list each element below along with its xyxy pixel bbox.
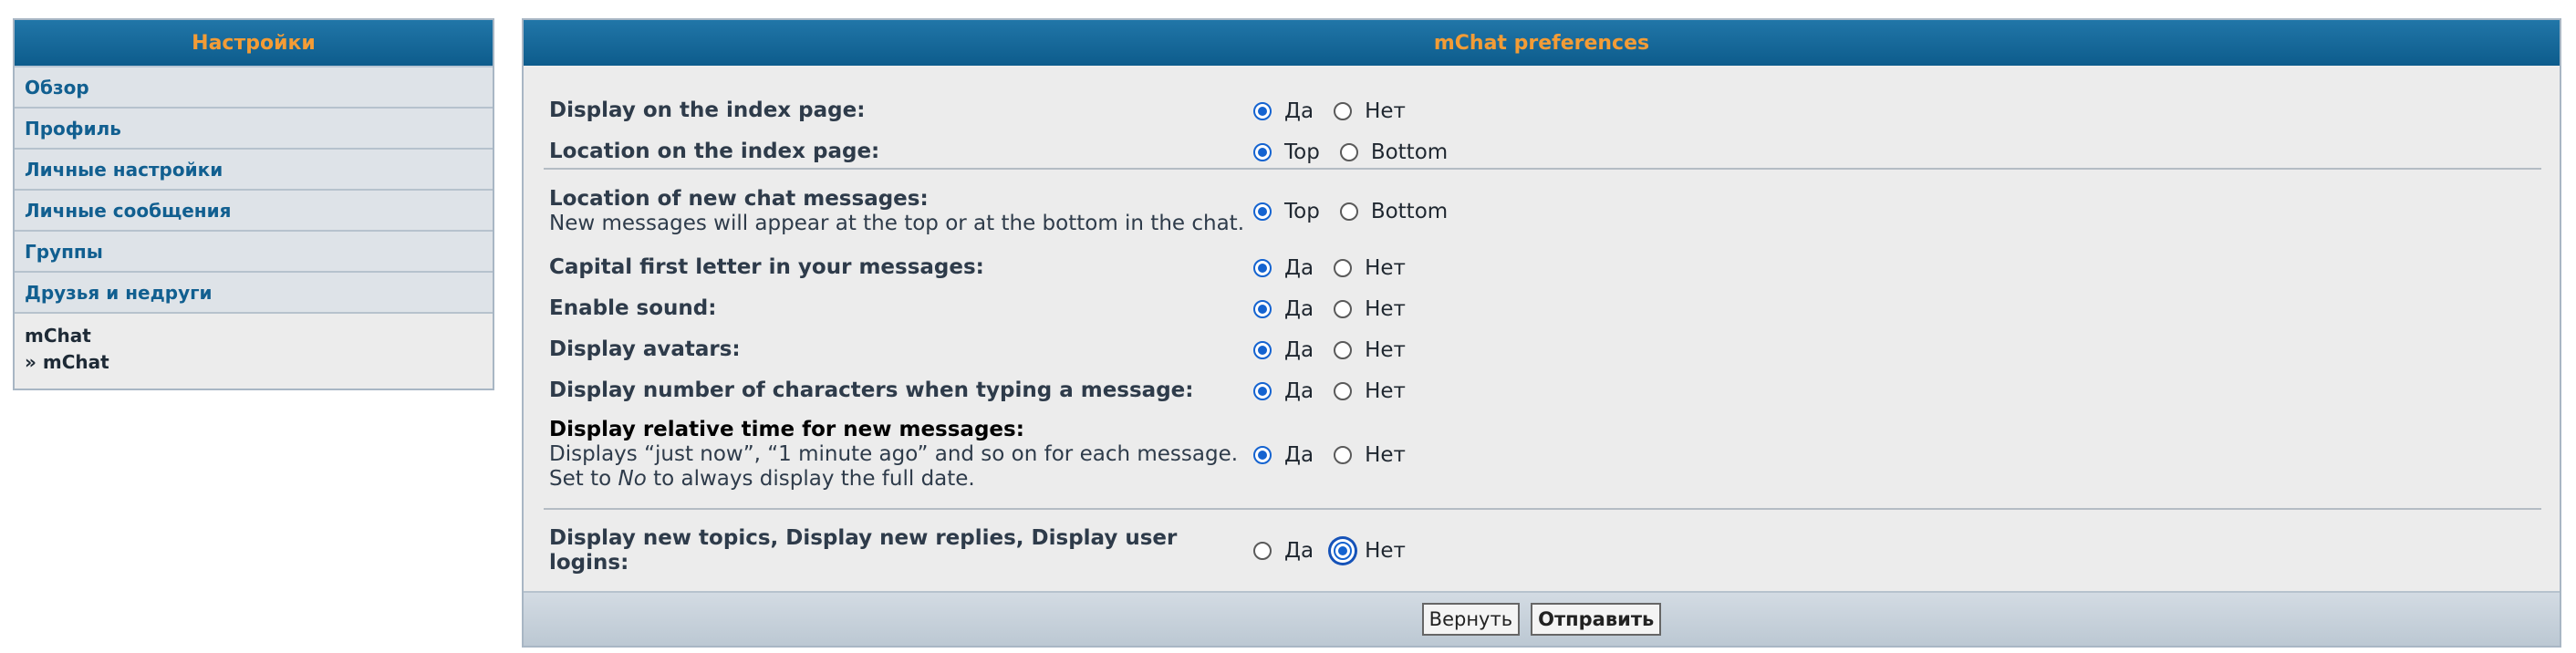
sidebar-item-private-messages[interactable]: Личные сообщения [15,191,493,232]
option-label: Нет [1365,539,1406,563]
sidebar-item-profile[interactable]: Профиль [15,109,493,150]
sidebar-section-mchat: mChat [25,325,91,347]
radio-no[interactable] [1334,445,1353,464]
option-label: Top [1284,140,1320,164]
pref-label: Display new topics, Display new replies,… [549,526,1178,575]
radio-bottom[interactable] [1339,142,1358,161]
radio-yes[interactable] [1253,258,1272,277]
option-label: Нет [1365,296,1406,321]
pref-description-pre: Set to [549,467,618,491]
radio-no[interactable] [1334,340,1353,359]
pref-description: New messages will appear at the top or a… [549,212,1245,235]
radio-yes[interactable] [1253,381,1272,400]
radio-yes[interactable] [1253,101,1272,120]
pref-row-location-index: Location on the index page: Top Bottom [549,140,2560,164]
settings-sidebar: Настройки Обзор Профиль Личные настройки… [13,18,494,390]
radio-no[interactable] [1334,101,1353,120]
radio-yes[interactable] [1253,445,1272,464]
radio-no[interactable] [1334,542,1353,560]
radio-no[interactable] [1334,258,1353,277]
pref-label: Location on the index page: [549,140,880,163]
pref-label: Capital first letter in your messages: [549,255,984,279]
radio-yes[interactable] [1253,542,1272,560]
radio-no[interactable] [1334,381,1353,400]
option-label: Да [1284,539,1314,563]
option-label: Bottom [1370,200,1449,223]
sidebar-title: Настройки [15,20,493,67]
sidebar-item-personal-settings[interactable]: Личные настройки [15,150,493,191]
pref-row-display-new-topics: Display new topics, Display new replies,… [549,526,2560,575]
radio-top[interactable] [1253,142,1272,161]
option-label: Нет [1365,98,1406,123]
option-label: Да [1284,255,1314,280]
sidebar-item-groups[interactable]: Группы [15,232,493,273]
option-label: Да [1284,296,1314,321]
radio-yes[interactable] [1253,340,1272,359]
sidebar-active-section: mChat » mChat [15,314,493,389]
pref-row-char-count: Display number of characters when typing… [549,378,2560,403]
pref-row-capital-letter: Capital first letter in your messages: Д… [549,255,2560,280]
pref-description-em: No [618,467,647,491]
radio-bottom[interactable] [1339,202,1358,221]
submit-button[interactable]: Отправить [1531,603,1662,636]
pref-label: Display number of characters when typing… [549,378,1194,402]
sidebar-item-mchat[interactable]: » mChat [25,349,483,376]
radio-top[interactable] [1253,202,1272,221]
pref-description: Displays “just now”, “1 minute ago” and … [549,442,1239,466]
option-label: Да [1284,442,1314,467]
pref-row-display-avatars: Display avatars: Да Нет [549,337,2560,362]
option-label: Нет [1365,337,1406,362]
pref-row-display-index: Display on the index page: Да Нет [549,98,2560,123]
pref-label: Display relative time for new messages: [549,418,1024,441]
option-label: Да [1284,337,1314,362]
option-label: Да [1284,98,1314,123]
pref-label: Enable sound: [549,296,717,320]
sidebar-item-overview[interactable]: Обзор [15,67,493,109]
option-label: Нет [1365,255,1406,280]
reset-button[interactable]: Вернуть [1421,603,1521,636]
section-divider [544,168,2541,170]
option-label: Да [1284,378,1314,403]
pref-row-location-new-messages: Location of new chat messages: New messa… [549,187,2560,236]
pref-row-enable-sound: Enable sound: Да Нет [549,296,2560,321]
option-label: Top [1284,200,1320,223]
option-label: Нет [1365,378,1406,403]
panel-title: mChat preferences [524,20,2560,66]
pref-row-relative-time: Display relative time for new messages: … [549,418,2560,492]
pref-label: Location of new chat messages: [549,187,929,211]
radio-no[interactable] [1334,299,1353,318]
radio-yes[interactable] [1253,299,1272,318]
option-label: Bottom [1370,140,1449,164]
sidebar-item-friends-foes[interactable]: Друзья и недруги [15,273,493,314]
mchat-preferences-panel: mChat preferences Display on the index p… [522,18,2561,648]
form-footer: Вернуть Отправить [524,591,2560,646]
section-divider [544,508,2541,510]
pref-label: Display avatars: [549,337,741,361]
pref-description-post: to always display the full date. [646,467,975,491]
pref-label: Display on the index page: [549,98,866,122]
option-label: Нет [1365,442,1406,467]
